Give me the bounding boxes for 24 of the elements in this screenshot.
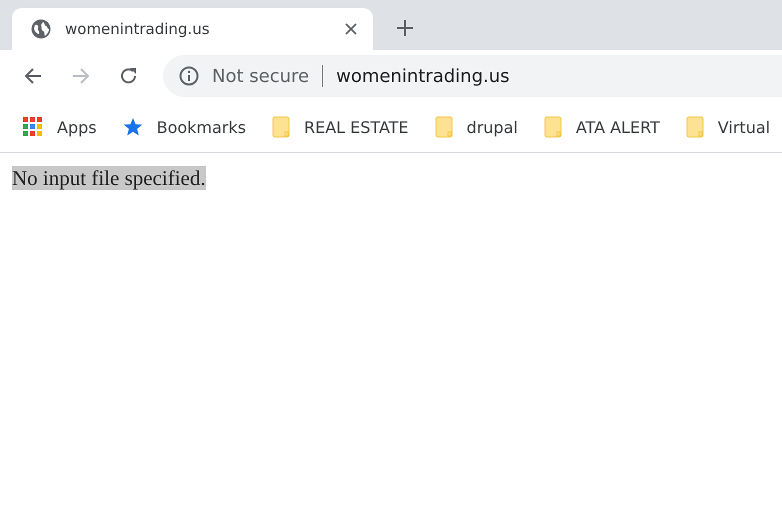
tab-title: womenintrading.us <box>65 20 211 38</box>
browser-tab[interactable]: womenintrading.us <box>12 8 373 50</box>
folder-icon <box>686 116 704 138</box>
bookmark-item[interactable]: Apps <box>23 117 97 137</box>
reload-icon[interactable] <box>119 66 139 86</box>
globe-icon <box>31 19 51 39</box>
bookmark-item[interactable]: REAL ESTATE <box>272 116 409 138</box>
folder-icon <box>434 116 453 138</box>
bookmark-item[interactable]: ATA ALERT <box>544 116 660 138</box>
folder-icon <box>544 116 562 138</box>
bookmark-item[interactable]: drupal <box>434 116 518 138</box>
star-icon <box>122 117 143 137</box>
close-icon[interactable] <box>345 23 357 35</box>
info-icon <box>179 66 199 86</box>
bookmark-item[interactable]: Virtual <box>686 116 770 138</box>
folder-icon <box>272 116 290 138</box>
security-status: Not secure <box>212 66 310 86</box>
bookmark-item[interactable]: Bookmarks <box>122 117 246 137</box>
new-tab-icon[interactable] <box>397 20 413 36</box>
address-bar[interactable]: Not secure womenintrading.us <box>163 55 782 97</box>
apps-grid-icon <box>23 117 43 137</box>
url-text: womenintrading.us <box>336 66 510 86</box>
error-message: No input file specified. <box>12 166 206 190</box>
back-arrow-icon[interactable] <box>23 66 43 86</box>
